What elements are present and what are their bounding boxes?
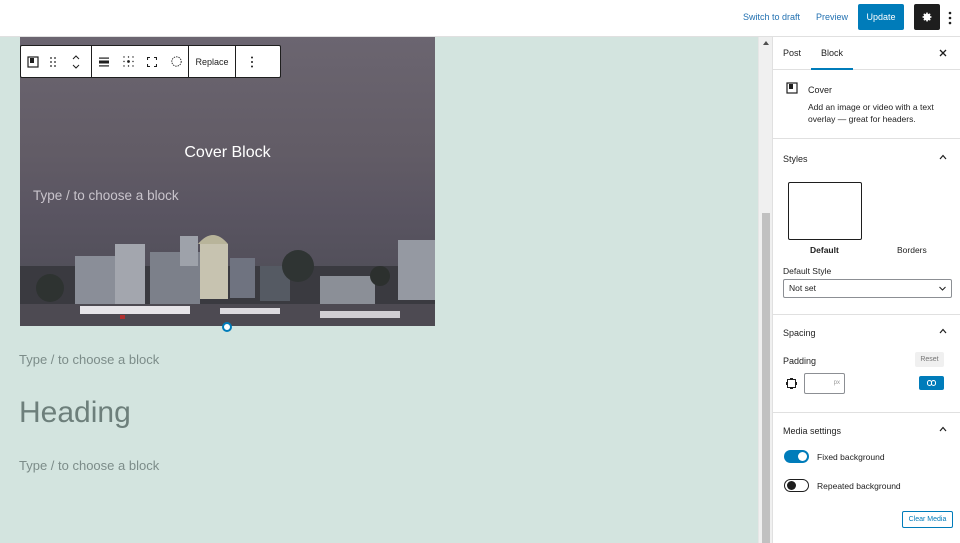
toolbar-group-block [21,46,92,77]
media-settings-panel: Media settings Fixed background Repeated… [773,413,960,543]
editor-top-bar: Switch to draft Preview Update [0,0,960,37]
chevron-up-icon[interactable] [939,153,947,161]
padding-input[interactable]: px [804,373,845,394]
drag-handle-icon [50,56,56,67]
settings-sidebar: Post Block Cover Add an image or video w… [772,37,960,543]
paragraph-placeholder[interactable]: Type / to choose a block [19,352,159,367]
toggle-knob [787,481,796,490]
toolbar-group-replace: Replace [189,46,236,77]
link-sides-button[interactable] [919,376,944,390]
chevron-down-icon [939,280,946,297]
chevron-up-icon[interactable] [72,54,80,60]
tab-block[interactable]: Block [811,37,853,70]
settings-button[interactable] [914,4,940,30]
update-button[interactable]: Update [858,4,904,30]
block-name: Cover [808,85,833,95]
repeated-background-label[interactable]: Repeated background [817,481,901,491]
cover-resize-handle[interactable] [222,322,232,332]
gear-icon [922,12,932,22]
padding-label: Padding [783,356,817,366]
sidebar-tabs: Post Block [773,37,960,70]
toolbar-group-more [236,46,268,77]
default-style-label: Default Style [783,266,832,276]
link-icon [927,380,936,386]
close-icon [939,49,947,57]
vertical-ellipsis-icon [948,11,952,25]
scroll-up-arrow[interactable] [763,41,769,45]
style-label-borders[interactable]: Borders [897,245,927,255]
fixed-background-toggle[interactable] [784,450,809,463]
content-position-button[interactable] [116,46,140,77]
chevron-up-icon[interactable] [939,327,947,335]
spacing-panel: Spacing Padding Reset px [773,315,960,413]
paragraph-placeholder[interactable]: Type / to choose a block [19,458,159,473]
canvas-scrollbar[interactable] [758,37,772,543]
switch-to-draft-button[interactable]: Switch to draft [743,0,800,37]
fullscreen-icon [147,56,157,67]
block-type-button[interactable] [21,46,45,77]
cover-block-icon [786,82,798,94]
duotone-button[interactable] [164,46,188,77]
default-style-value: Not set [789,283,816,293]
cover-block-icon [27,55,39,68]
editor-canvas[interactable]: Cover Block Type / to choose a block Rep… [0,37,758,543]
move-buttons[interactable] [61,46,91,77]
cover-block[interactable]: Cover Block Type / to choose a block [20,37,435,326]
block-toolbar: Replace [20,45,281,78]
box-sides-icon[interactable] [786,378,797,389]
style-label-default[interactable]: Default [810,245,839,255]
full-height-button[interactable] [140,46,164,77]
toolbar-group-layout [92,46,189,77]
close-sidebar-button[interactable] [939,46,947,60]
media-settings-title[interactable]: Media settings [783,426,841,436]
default-style-select[interactable]: Not set [783,279,952,298]
chevron-up-icon[interactable] [939,425,947,433]
vertical-ellipsis-icon [251,56,253,67]
align-none-icon [99,57,109,66]
block-card: Cover Add an image or video with a text … [773,70,960,139]
repeated-background-toggle[interactable] [784,479,809,492]
block-options-button[interactable] [236,46,268,77]
fixed-background-label[interactable]: Fixed background [817,452,885,462]
replace-button[interactable]: Replace [189,46,235,77]
styles-panel: Styles Default Borders Default Style Not… [773,139,960,315]
cover-background-image [20,235,435,326]
toggle-knob [798,452,807,461]
cover-inner-placeholder[interactable]: Type / to choose a block [33,188,179,203]
position-grid-icon [122,56,134,67]
style-option-default[interactable] [788,182,862,240]
clear-media-button[interactable]: Clear Media [902,511,953,528]
preview-button[interactable]: Preview [816,0,848,37]
align-button[interactable] [92,46,116,77]
scrollbar-thumb[interactable] [762,213,770,543]
styles-panel-title[interactable]: Styles [783,154,808,164]
reset-padding-button[interactable]: Reset [915,352,944,367]
chevron-down-icon[interactable] [72,64,80,70]
drag-handle[interactable] [45,46,61,77]
block-description: Add an image or video with a text overla… [808,102,934,124]
cover-title[interactable]: Cover Block [20,144,435,162]
more-options-button[interactable] [945,8,955,28]
heading-block[interactable]: Heading [19,396,131,430]
duotone-circle-icon [170,56,182,67]
spacing-panel-title[interactable]: Spacing [783,328,816,338]
tab-post[interactable]: Post [783,37,801,70]
